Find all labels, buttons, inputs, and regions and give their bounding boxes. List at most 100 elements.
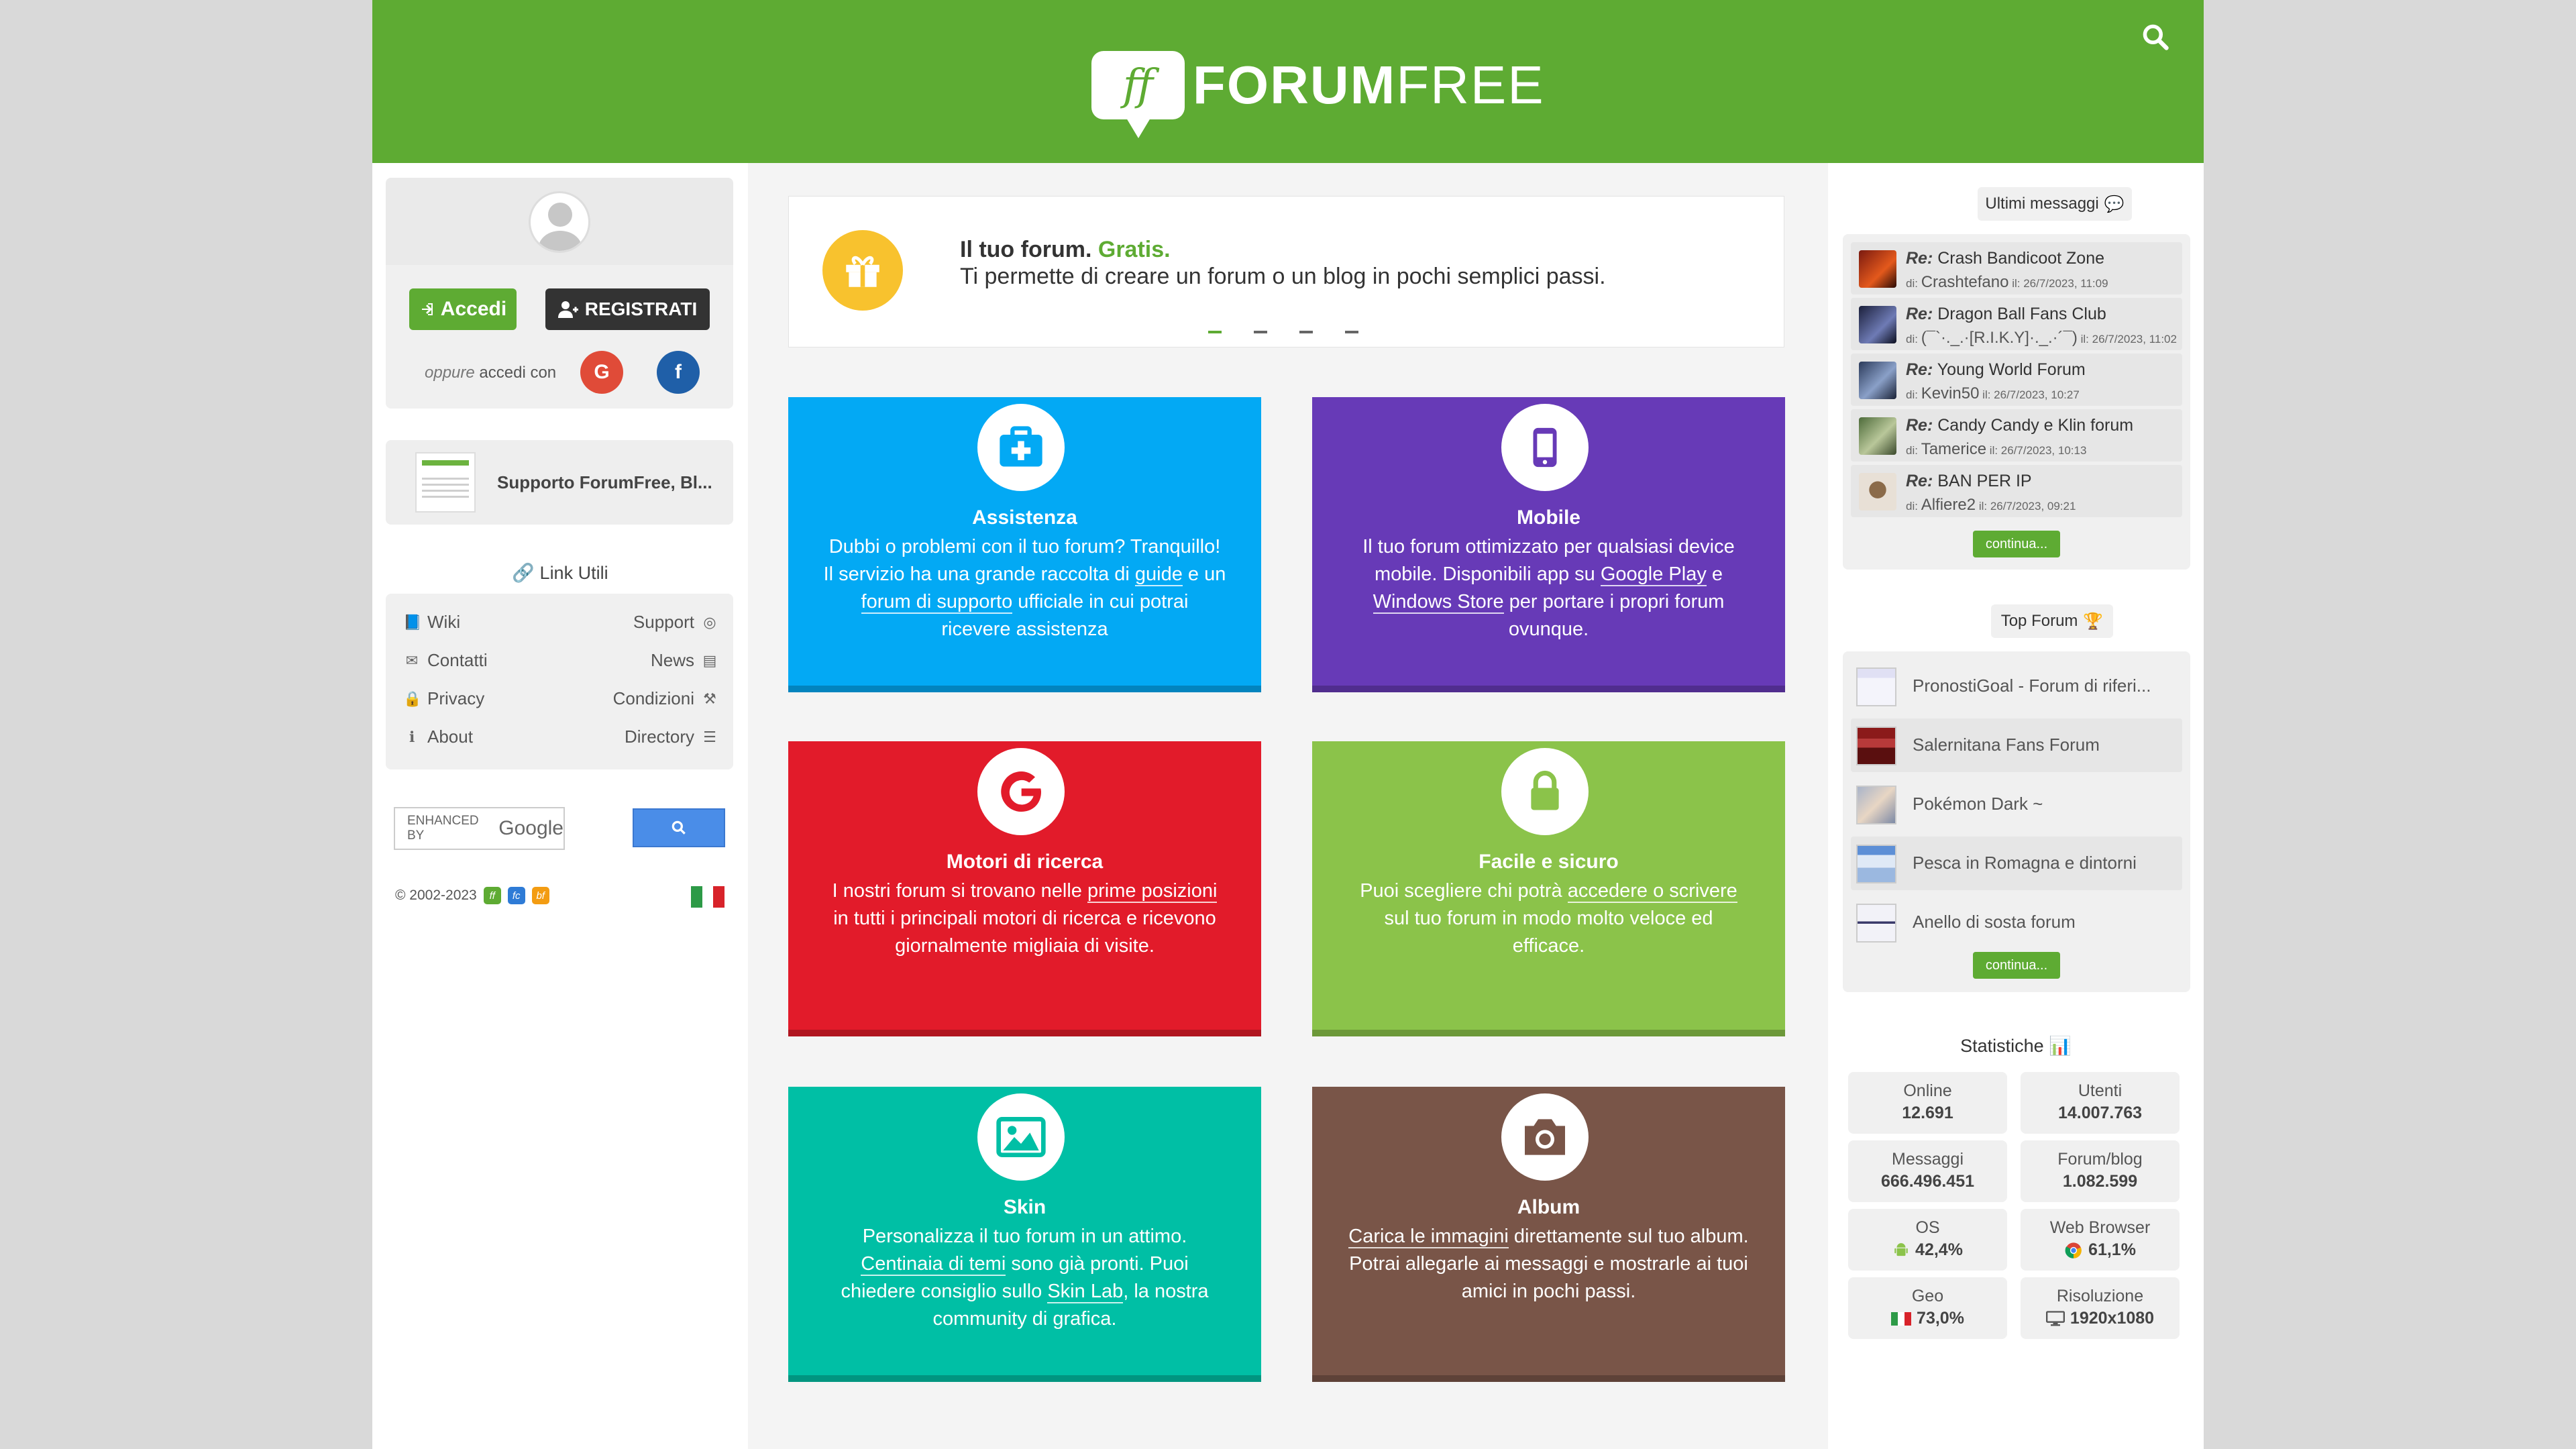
link-directory[interactable]: Directory ☰: [625, 727, 718, 747]
google-play-link[interactable]: Google Play: [1600, 564, 1707, 586]
google-search-button[interactable]: [633, 808, 725, 847]
windows-store-link[interactable]: Windows Store: [1373, 591, 1504, 614]
card-text: Dubbi o problemi con il tuo forum? Tranq…: [823, 536, 1226, 640]
card-bar: [788, 1030, 1261, 1036]
user-thumbnail: [1859, 473, 1896, 511]
card-bar: [788, 1375, 1261, 1382]
chrome-icon: [2065, 1242, 2082, 1258]
forumfree-mini-icon[interactable]: ff: [483, 887, 501, 904]
first-aid-icon: [977, 404, 1065, 491]
lock-icon: [1501, 748, 1589, 835]
accedi-label: Accedi: [440, 298, 507, 320]
right-sidebar: Ultimi messaggi 💬 Re: Crash Bandicoot Zon…: [1828, 163, 2204, 1449]
accedi-button[interactable]: Accedi: [409, 288, 517, 330]
blogfree-mini-icon[interactable]: bf: [531, 887, 549, 904]
stat-os: OS 42,4%: [1848, 1209, 2007, 1271]
gift-icon: [822, 230, 903, 311]
forum-thumbnail: [1856, 904, 1896, 943]
hero-headline: Il tuo forum. Gratis.: [960, 237, 1171, 262]
top-forum-item[interactable]: Anello di sosta forum: [1851, 896, 2182, 949]
top-forum-item[interactable]: PronostiGoal - Forum di riferi...: [1851, 659, 2182, 713]
card-text: Personalizza il tuo forum in un attimo. …: [841, 1226, 1209, 1330]
support-thumbnail: [415, 452, 476, 513]
forum-supporto-link[interactable]: forum di supporto: [861, 591, 1013, 614]
card-bar: [1312, 1375, 1785, 1382]
card-motori-di-ricerca[interactable]: Motori di ricerca I nostri forum si trov…: [788, 741, 1261, 1036]
forum-thumbnail: [1856, 786, 1896, 824]
lock-icon: 🔒: [403, 690, 422, 707]
link-privacy[interactable]: 🔒 Privacy: [403, 688, 484, 709]
facebook-login-button[interactable]: f: [657, 351, 700, 394]
link-support[interactable]: Support ◎: [633, 612, 718, 633]
carica-immagini-link[interactable]: Carica le immagini: [1348, 1226, 1509, 1248]
message-item[interactable]: Re: Young World Forum di: Kevin50 il: 26…: [1851, 354, 2182, 406]
prime-posizioni-link[interactable]: prime posizioni: [1087, 880, 1218, 903]
message-item[interactable]: Re: BAN PER IP di: Alfiere2 il: 26/7/202…: [1851, 465, 2182, 517]
top-forum-title: Top Forum 🏆: [1991, 604, 2113, 638]
top-forum-continua-button[interactable]: continua...: [1973, 952, 2060, 979]
forum-thumbnail: [1856, 667, 1896, 706]
login-box: Accedi REGISTRATI oppure accedi con G f: [386, 178, 733, 409]
image-icon: [977, 1093, 1065, 1181]
top-forum-item[interactable]: Pesca in Romagna e dintorni: [1851, 837, 2182, 890]
carousel-dot[interactable]: [1299, 331, 1313, 333]
google-search-input[interactable]: ENHANCED BY Google: [394, 807, 565, 850]
gavel-icon: ⚒: [703, 690, 716, 707]
avatar: [529, 191, 590, 253]
support-forum-link[interactable]: Supporto ForumFree, Bl...: [386, 440, 733, 525]
support-label: Supporto ForumFree, Bl...: [497, 472, 712, 492]
link-condizioni[interactable]: Condizioni ⚒: [613, 688, 718, 709]
accedere-scrivere-link[interactable]: accedere o scrivere: [1567, 880, 1737, 903]
link-icon: 🔗: [512, 563, 535, 583]
italy-flag-icon[interactable]: [691, 886, 725, 908]
guide-link[interactable]: guide: [1134, 564, 1183, 586]
camera-icon: [1501, 1093, 1589, 1181]
site-header: ff FORUMFREE: [372, 0, 2204, 163]
carousel-dot[interactable]: [1254, 331, 1267, 333]
carousel-dot[interactable]: [1208, 331, 1222, 333]
envelope-icon: ✉: [405, 651, 419, 669]
registrati-label: REGISTRATI: [584, 299, 698, 319]
link-utili-title: 🔗 Link Utili: [512, 563, 608, 583]
ultimi-messaggi-list: Re: Crash Bandicoot Zone di: Crashtefano…: [1843, 234, 2190, 570]
stat-web-browser: Web Browser 61,1%: [2021, 1209, 2180, 1271]
card-facile-e-sicuro[interactable]: Facile e sicuro Puoi scegliere chi potrà…: [1312, 741, 1785, 1036]
ultimi-continua-button[interactable]: continua...: [1973, 531, 2060, 557]
search-icon[interactable]: [2141, 22, 2170, 52]
card-title: Album: [1517, 1196, 1580, 1218]
registrati-button[interactable]: REGISTRATI: [545, 288, 710, 330]
google-login-button[interactable]: G: [580, 351, 623, 394]
card-mobile[interactable]: Mobile Il tuo forum ottimizzato per qual…: [1312, 397, 1785, 692]
google-icon: [977, 748, 1065, 835]
message-item[interactable]: Re: Dragon Ball Fans Club di: (¯`·._.·[R…: [1851, 298, 2182, 350]
link-wiki[interactable]: 📘 Wiki: [403, 612, 460, 633]
link-about[interactable]: ℹ About: [403, 727, 473, 747]
top-forum-item[interactable]: Pokémon Dark ~: [1851, 777, 2182, 831]
carousel-dots: [1208, 331, 1358, 333]
ultimi-messaggi-title: Ultimi messaggi 💬: [1978, 187, 2132, 221]
stat-messaggi: Messaggi 666.496.451: [1848, 1140, 2007, 1202]
message-item[interactable]: Re: Candy Candy e Klin forum di: Tameric…: [1851, 409, 2182, 462]
card-title: Facile e sicuro: [1479, 851, 1619, 873]
link-news[interactable]: News ▤: [651, 650, 718, 671]
card-skin[interactable]: Skin Personalizza il tuo forum in un att…: [788, 1087, 1261, 1382]
skin-lab-link[interactable]: Skin Lab: [1047, 1281, 1124, 1303]
link-contatti[interactable]: ✉ Contatti: [403, 650, 488, 671]
top-forum-item[interactable]: Salernitana Fans Forum: [1851, 718, 2182, 772]
card-assistenza[interactable]: Assistenza Dubbi o problemi con il tuo f…: [788, 397, 1261, 692]
italy-flag-icon: [1891, 1311, 1912, 1326]
stat-risoluzione: Risoluzione 1920x1080: [2021, 1277, 2180, 1339]
card-title: Assistenza: [972, 506, 1077, 529]
card-title: Skin: [1003, 1196, 1046, 1218]
user-thumbnail: [1859, 362, 1896, 399]
oppure-text: oppure accedi con: [425, 364, 557, 382]
carousel-dot[interactable]: [1345, 331, 1358, 333]
forumcommunity-mini-icon[interactable]: fc: [507, 887, 525, 904]
forumfree-logo[interactable]: ff FORUMFREE: [1091, 45, 1545, 138]
message-item[interactable]: Re: Crash Bandicoot Zone di: Crashtefano…: [1851, 242, 2182, 294]
login-icon: [421, 303, 433, 315]
forum-thumbnail: [1856, 727, 1896, 765]
card-album[interactable]: Album Carica le immagini direttamente su…: [1312, 1087, 1785, 1382]
card-text: Il tuo forum ottimizzato per qualsiasi d…: [1362, 536, 1735, 640]
centinaia-temi-link[interactable]: Centinaia di temi: [861, 1253, 1006, 1276]
